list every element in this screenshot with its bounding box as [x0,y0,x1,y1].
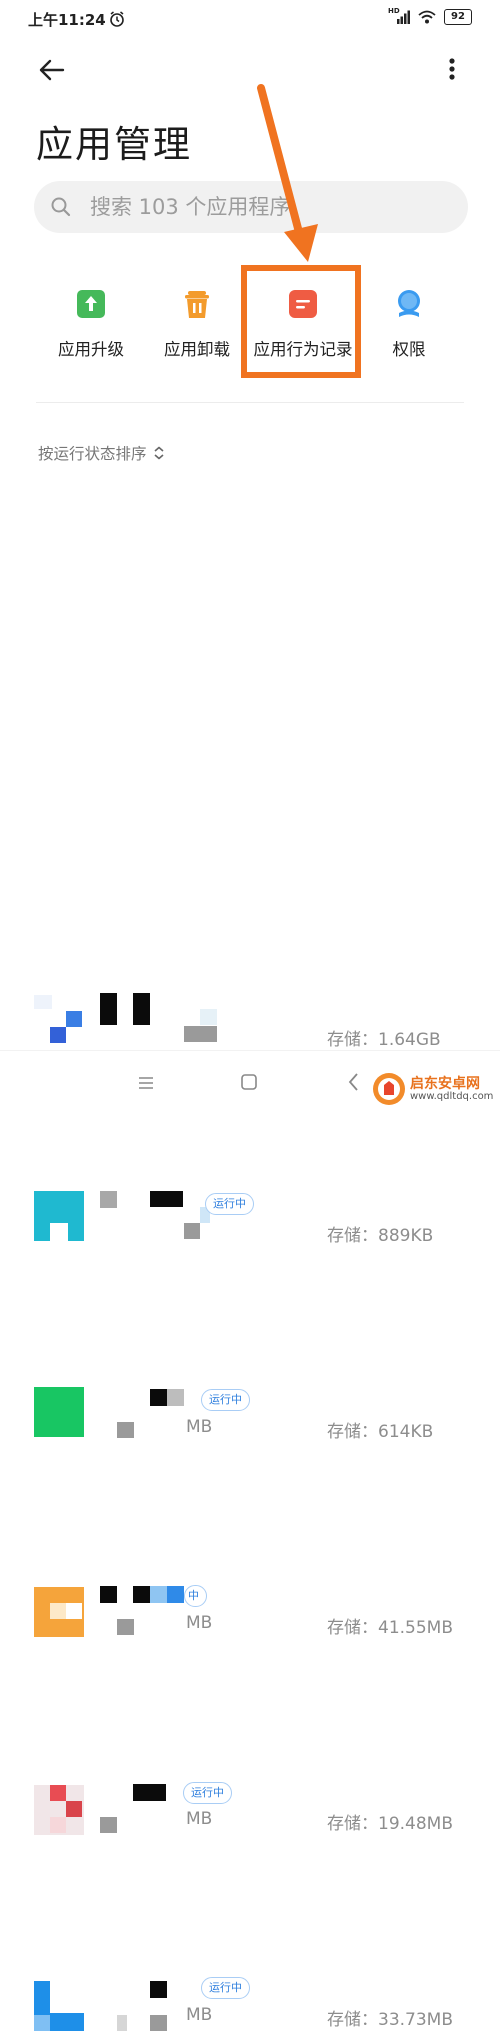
storage-size: 存储：19.48MB [327,1814,453,1834]
app-list-item[interactable]: 运行中 存储：889KB [0,591,500,1246]
running-badge: 中 [184,1585,207,1607]
watermark-title: 启东安卓网 [410,1076,480,1092]
wifi-icon [418,10,436,24]
app-list-item[interactable]: 中 MB 存储：41.55MB [0,787,500,1638]
app-upgrade-label: 应用升级 [58,340,124,359]
watermark-logo-icon [373,1073,405,1105]
storage-size: 存储：41.55MB [327,1618,453,1638]
permission-icon [398,290,420,317]
sort-label: 按运行状态排序 [38,445,147,463]
app-list-item[interactable]: 运行中 MB 存储：614KB [0,689,500,1442]
running-badge: 运行中 [201,1977,250,1999]
app-list-item[interactable]: 存储：1.64GB [0,493,500,1050]
size-partial: MB [186,2005,213,2025]
running-badge: 运行中 [205,1193,254,1215]
app-list-item[interactable]: 运行中 MB 存储：19.48MB [0,885,500,1835]
app-uninstall-label: 应用卸载 [164,340,230,359]
more-options-button[interactable] [444,55,460,85]
app-uninstall-button[interactable]: 应用卸载 [142,280,252,370]
alarm-icon [110,11,124,27]
search-icon [51,197,71,217]
permissions-label: 权限 [392,340,426,359]
sort-toggle-icon [153,446,164,460]
highlight-box [241,265,361,378]
search-input[interactable] [90,192,450,222]
home-icon[interactable] [240,1073,258,1091]
battery-icon: 92 [444,9,472,25]
divider [36,402,464,403]
status-icons: HD 92 [388,7,472,25]
upgrade-icon [77,290,105,318]
permissions-button[interactable]: 权限 [354,280,464,370]
signal-icon: HD [388,7,410,24]
menu-icon[interactable] [136,1073,156,1093]
size-partial: MB [186,1809,213,1829]
size-partial: MB [186,1417,213,1437]
storage-size: 存储：614KB [327,1422,434,1442]
running-badge: 运行中 [183,1782,232,1804]
status-bar: 上午11:24 HD 92 [0,0,500,40]
watermark: 启东安卓网 www.qdltdq.com [372,1072,496,1106]
back-icon[interactable] [345,1071,363,1093]
arrow-left-icon [39,59,65,81]
storage-size: 存储：33.73MB [327,2010,453,2030]
search-box[interactable] [34,181,468,233]
running-badge: 运行中 [201,1389,250,1411]
more-vertical-icon [449,58,455,80]
watermark-url: www.qdltdq.com [410,1091,494,1102]
app-upgrade-button[interactable]: 应用升级 [36,280,146,370]
back-button[interactable] [36,55,72,85]
sort-selector[interactable]: 按运行状态排序 [38,442,165,464]
page-title: 应用管理 [36,123,192,166]
size-partial: MB [186,1613,213,1633]
trash-icon [185,291,209,318]
storage-size: 存储：889KB [327,1226,434,1246]
status-time: 上午11:24 [28,11,106,29]
